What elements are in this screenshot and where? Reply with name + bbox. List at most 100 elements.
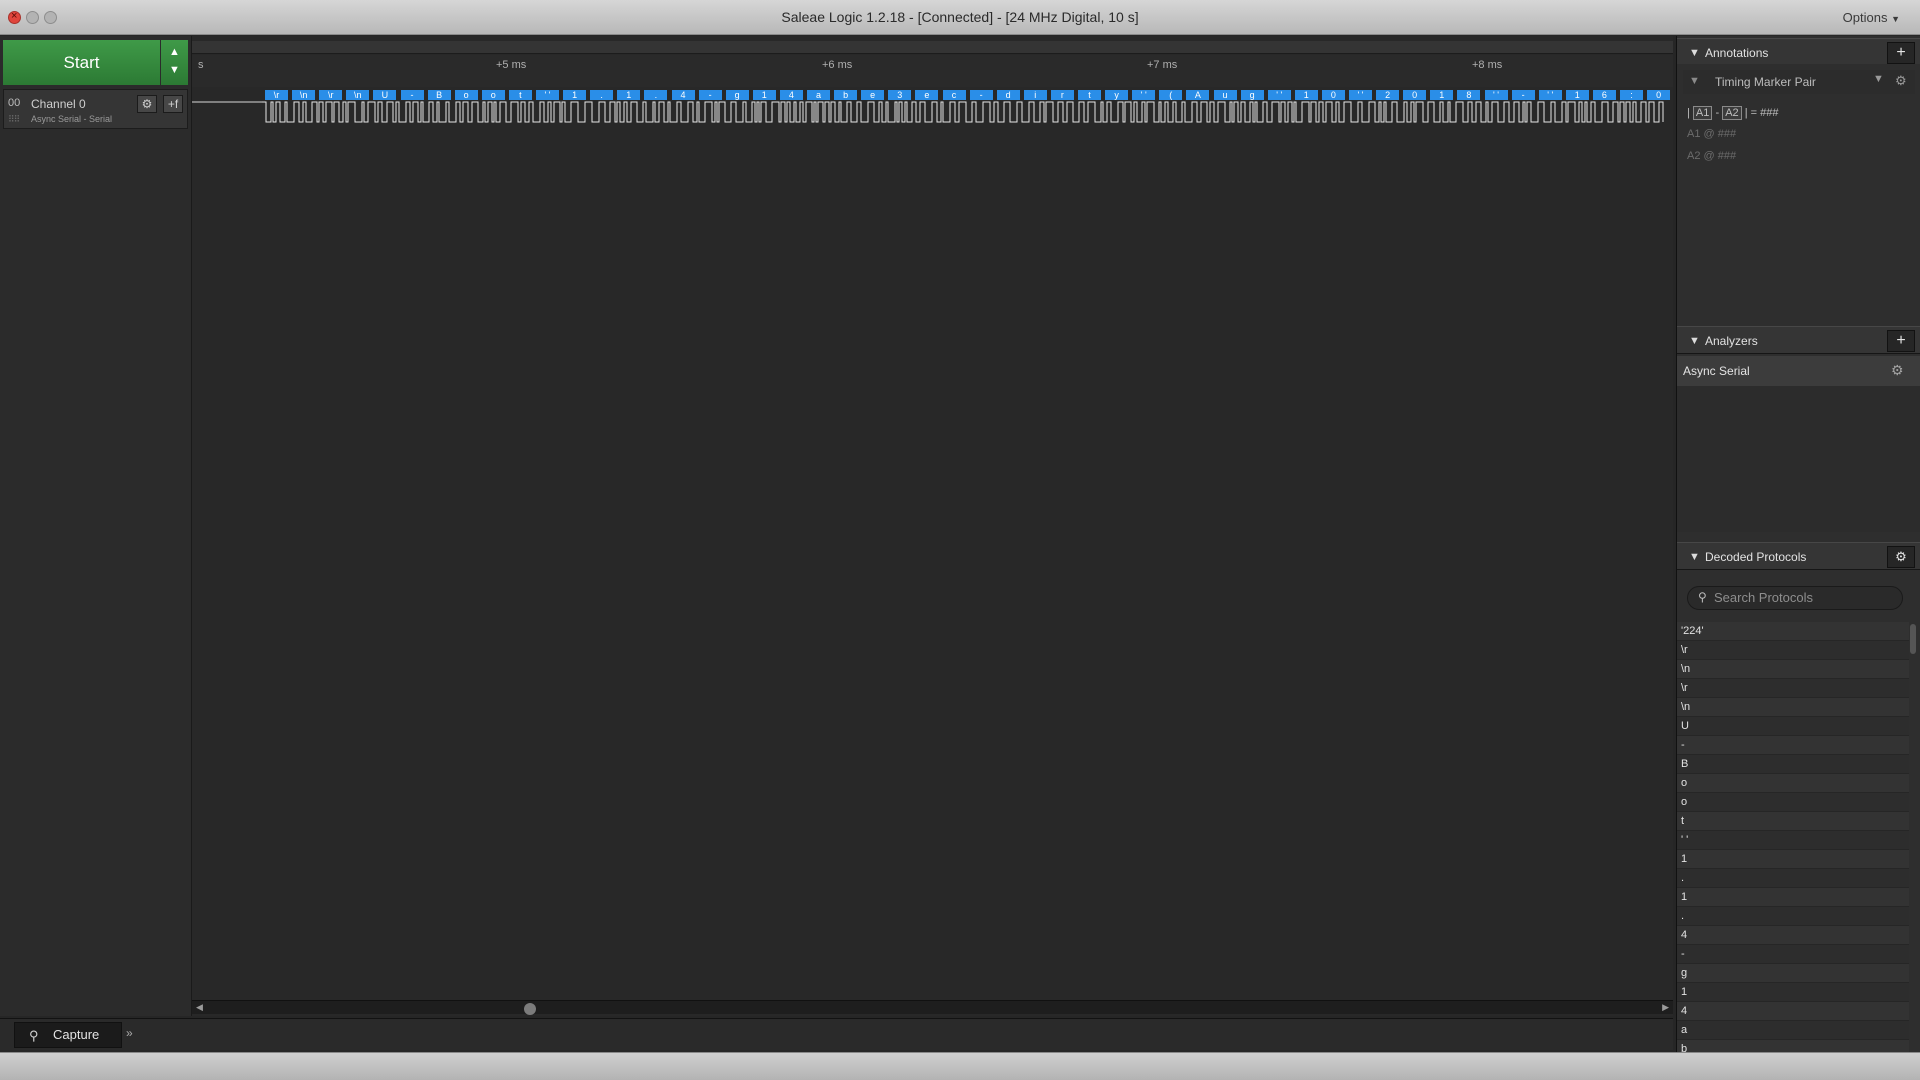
- decoded-byte-bubble[interactable]: (: [1159, 90, 1183, 100]
- a2-marker-box[interactable]: A2: [1722, 106, 1742, 120]
- decoded-byte-bubble[interactable]: 3: [888, 90, 912, 100]
- decoded-protocols-list[interactable]: '224' \r \n \r \n U - Bo o t ' ' 1. 1. 4- g 1 4 a b: [1677, 622, 1909, 1052]
- decoded-byte-bubble[interactable]: :: [1620, 90, 1643, 100]
- protocol-row[interactable]: \r: [1677, 641, 1909, 660]
- decoded-byte-bubble[interactable]: 4: [779, 90, 803, 100]
- start-options-button[interactable]: ▲ ▼: [161, 40, 188, 85]
- scroll-left-icon[interactable]: ◀: [196, 1002, 203, 1013]
- decoded-byte-bubble[interactable]: 0: [1403, 90, 1427, 100]
- protocol-row[interactable]: B: [1677, 755, 1909, 774]
- decoded-byte-bubble[interactable]: c: [942, 90, 966, 100]
- gear-icon[interactable]: ⚙: [1895, 73, 1907, 89]
- decoded-byte-bubble[interactable]: 4: [671, 90, 695, 100]
- decoded-byte-bubble[interactable]: ' ': [1538, 90, 1562, 100]
- protocol-row[interactable]: '224': [1677, 622, 1909, 641]
- analyzers-header[interactable]: ▼ Analyzers +: [1677, 326, 1920, 354]
- waveform-area[interactable]: s +5 ms +6 ms +7 ms +8 ms \r \n \r \n U - Bo o t…: [192, 36, 1673, 1016]
- decoded-byte-bubble[interactable]: g: [1240, 90, 1264, 100]
- decoded-byte-bubble[interactable]: 1: [563, 90, 587, 100]
- annotations-header[interactable]: ▼ Annotations +: [1677, 38, 1920, 66]
- decoded-byte-bubble[interactable]: a: [807, 90, 830, 100]
- gear-icon[interactable]: ⚙: [1891, 362, 1904, 379]
- decoded-byte-bubble[interactable]: -: [969, 90, 993, 100]
- horizontal-scrollbar[interactable]: ◀ ▶: [192, 1000, 1673, 1015]
- channel-row[interactable]: 00 ⠿⠿ Channel 0 Async Serial - Serial ⚙ …: [3, 89, 188, 129]
- decoded-byte-bubble[interactable]: ' ': [1484, 90, 1508, 100]
- add-analyzer-button[interactable]: +: [1887, 330, 1915, 352]
- decoded-byte-bubble[interactable]: 1: [1430, 90, 1454, 100]
- protocol-row[interactable]: U: [1677, 717, 1909, 736]
- decoded-byte-bubble[interactable]: -: [1511, 90, 1535, 100]
- protocol-row[interactable]: 1: [1677, 888, 1909, 907]
- channel-add-analyzer-button[interactable]: +f: [163, 95, 183, 113]
- capture-tab[interactable]: ⚲ Capture: [14, 1022, 122, 1048]
- protocol-search[interactable]: ⚲: [1687, 586, 1903, 610]
- add-annotation-button[interactable]: +: [1887, 42, 1915, 64]
- decoded-byte-bubble[interactable]: U: [373, 90, 397, 100]
- chevron-down-icon[interactable]: ▼: [1873, 73, 1884, 85]
- decoded-byte-bubble[interactable]: u: [1213, 90, 1237, 100]
- decoded-byte-bubble[interactable]: .: [644, 90, 668, 100]
- decoded-byte-bubble[interactable]: 0: [1647, 90, 1671, 100]
- decoded-byte-bubble[interactable]: 1: [1565, 90, 1589, 100]
- timing-marker-row[interactable]: ▼ Timing Marker Pair ▼ ⚙: [1683, 70, 1915, 94]
- decoded-byte-bubble[interactable]: 1: [617, 90, 641, 100]
- channel-name[interactable]: Channel 0: [31, 97, 86, 111]
- protocol-row[interactable]: ' ': [1677, 831, 1909, 850]
- start-button[interactable]: Start: [3, 40, 160, 85]
- protocol-row[interactable]: .: [1677, 907, 1909, 926]
- decoded-byte-bubble[interactable]: o: [454, 90, 478, 100]
- decoded-byte-bubble[interactable]: \r: [319, 90, 343, 100]
- decoded-byte-bubble[interactable]: d: [996, 90, 1020, 100]
- protocol-row[interactable]: \n: [1677, 660, 1909, 679]
- options-menu[interactable]: Options ▼: [1843, 10, 1900, 25]
- protocol-row[interactable]: 1: [1677, 983, 1909, 1002]
- decoded-byte-bubble[interactable]: o: [481, 90, 505, 100]
- decoded-byte-bubble[interactable]: \r: [265, 90, 288, 100]
- decoded-byte-bubble[interactable]: -: [400, 90, 424, 100]
- decoded-byte-bubble[interactable]: 1: [752, 90, 776, 100]
- protocol-row[interactable]: \r: [1677, 679, 1909, 698]
- decoded-byte-bubble[interactable]: e: [861, 90, 885, 100]
- a1-marker-box[interactable]: A1: [1692, 106, 1713, 120]
- decoded-byte-bubble[interactable]: i: [1023, 90, 1047, 100]
- protocol-row[interactable]: t: [1677, 812, 1909, 831]
- decoded-byte-bubble[interactable]: ' ': [1349, 90, 1372, 100]
- decoded-protocols-header[interactable]: ▼ Decoded Protocols ⚙: [1677, 542, 1920, 570]
- drag-handle-icon[interactable]: ⠿⠿: [8, 114, 20, 125]
- protocol-row[interactable]: o: [1677, 774, 1909, 793]
- waveform-trace[interactable]: [192, 100, 1673, 130]
- protocol-row[interactable]: -: [1677, 736, 1909, 755]
- decoded-byte-bubble[interactable]: b: [834, 90, 858, 100]
- decoded-byte-bubble[interactable]: ' ': [1132, 90, 1156, 100]
- decoded-byte-bubble[interactable]: 6: [1592, 90, 1616, 100]
- decoded-byte-bubble[interactable]: 1: [1294, 90, 1318, 100]
- decoded-protocols-settings-button[interactable]: ⚙: [1887, 546, 1915, 568]
- analyzer-item[interactable]: Async Serial ⚙: [1677, 356, 1920, 386]
- channel-settings-button[interactable]: ⚙: [137, 95, 157, 113]
- protocol-row[interactable]: g: [1677, 964, 1909, 983]
- protocol-row[interactable]: \n: [1677, 698, 1909, 717]
- ruler-overview[interactable]: [192, 41, 1673, 54]
- protocol-row[interactable]: b: [1677, 1040, 1909, 1052]
- protocol-row[interactable]: 4: [1677, 1002, 1909, 1021]
- collapse-triangle-icon[interactable]: ▼: [1689, 551, 1700, 563]
- more-tabs-button[interactable]: »: [126, 1026, 133, 1040]
- decoded-byte-bubble[interactable]: 8: [1457, 90, 1481, 100]
- decoded-byte-bubble[interactable]: B: [427, 90, 451, 100]
- scroll-thumb[interactable]: [524, 1003, 536, 1015]
- decoded-byte-bubble[interactable]: \n: [292, 90, 316, 100]
- decoded-byte-bubble[interactable]: e: [915, 90, 939, 100]
- protocol-row[interactable]: o: [1677, 793, 1909, 812]
- decoded-byte-bubble[interactable]: A: [1186, 90, 1210, 100]
- decoded-byte-bubble[interactable]: t: [508, 90, 532, 100]
- decoded-byte-bubble[interactable]: \n: [346, 90, 370, 100]
- decoded-byte-bubble[interactable]: 2: [1376, 90, 1400, 100]
- decoded-byte-bubble[interactable]: 0: [1321, 90, 1345, 100]
- collapse-triangle-icon[interactable]: ▼: [1689, 47, 1700, 59]
- decoded-byte-bubble[interactable]: r: [1050, 90, 1074, 100]
- protocol-row[interactable]: .: [1677, 869, 1909, 888]
- protocol-row[interactable]: -: [1677, 945, 1909, 964]
- decoded-byte-bubble[interactable]: ' ': [1267, 90, 1291, 100]
- protocol-search-input[interactable]: [1714, 590, 1894, 605]
